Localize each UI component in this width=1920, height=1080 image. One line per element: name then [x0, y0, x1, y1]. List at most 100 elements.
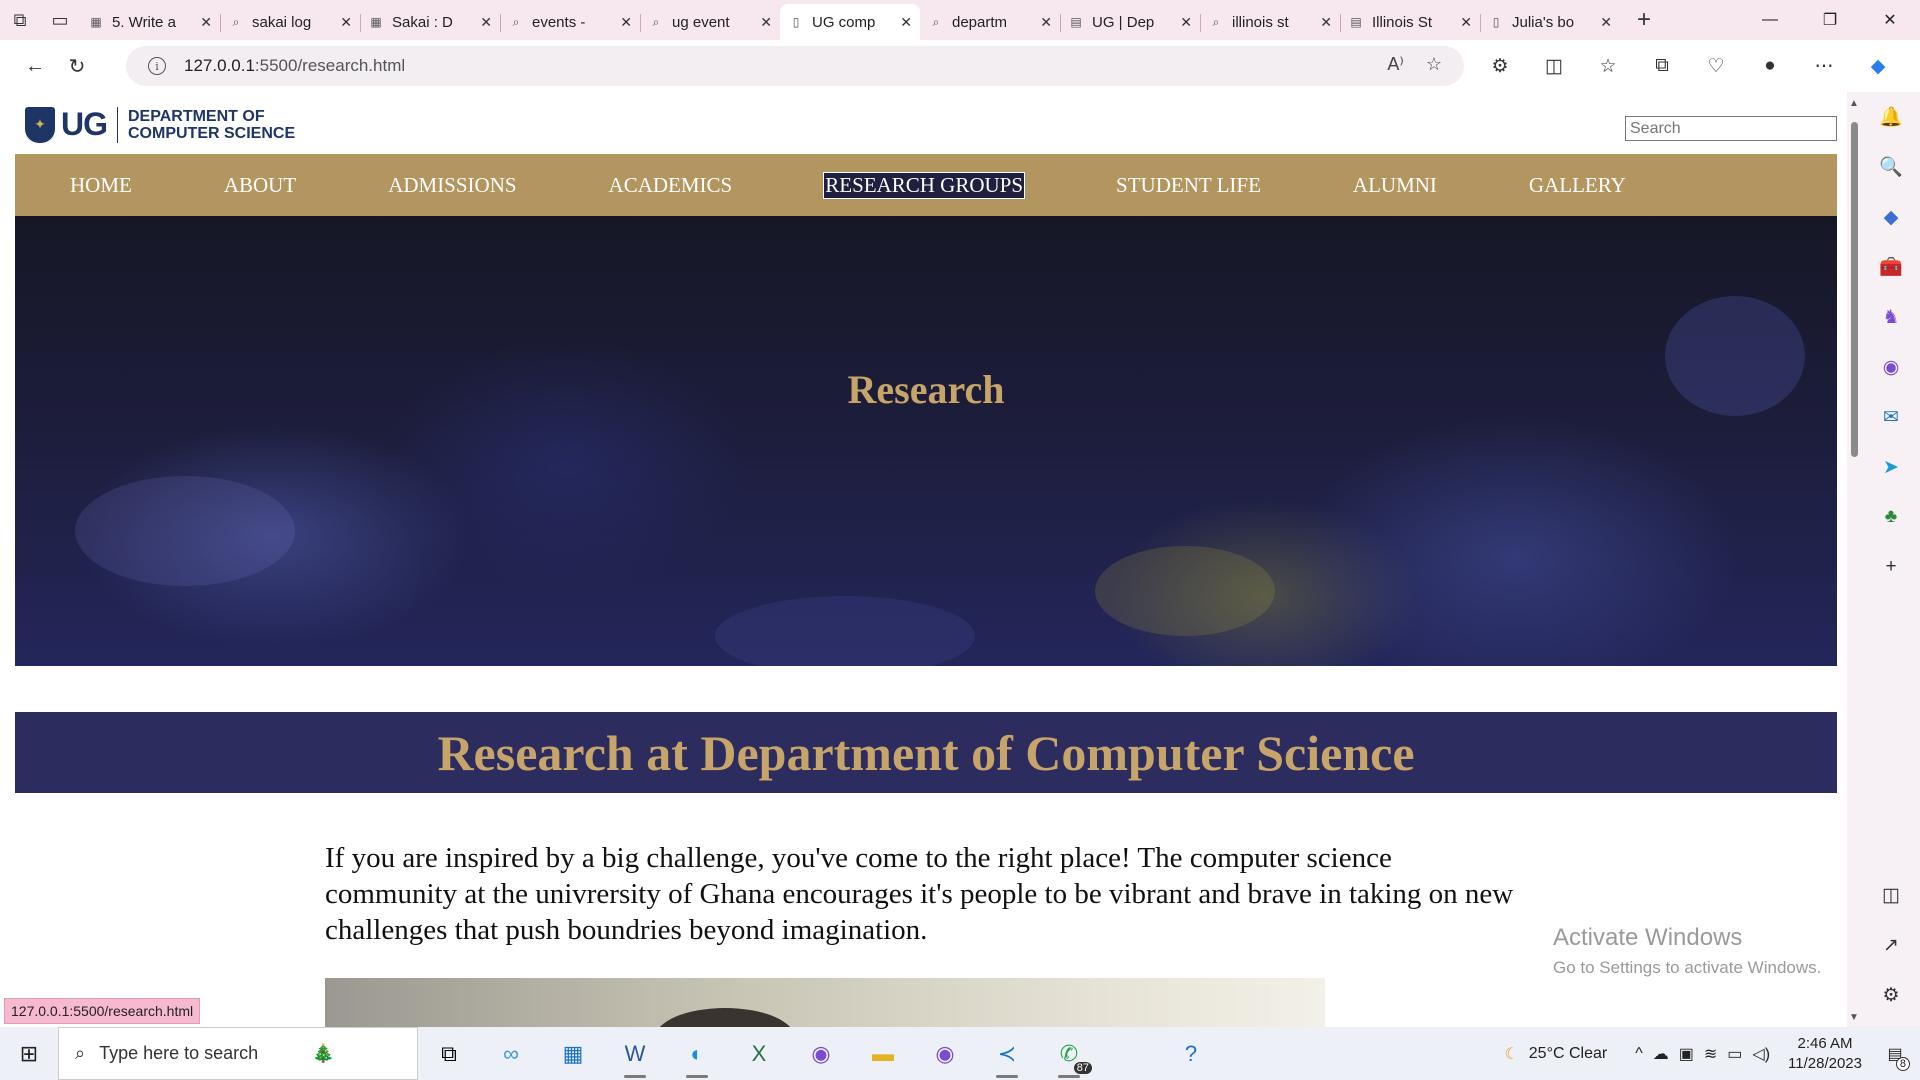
browser-tab[interactable]: ▦ 5. Write a ✕: [80, 4, 220, 40]
whatsapp-icon[interactable]: ✆ 87: [1038, 1027, 1100, 1080]
help-icon[interactable]: ?: [1160, 1027, 1222, 1080]
word-icon[interactable]: W: [604, 1027, 666, 1080]
menu-item-academics[interactable]: ACADEMICS: [609, 173, 733, 198]
workspaces-icon[interactable]: ⧉: [0, 0, 40, 40]
add-sidebar-app-icon[interactable]: +: [1862, 542, 1920, 592]
scroll-down-arrow[interactable]: ▼: [1849, 1012, 1859, 1023]
browser-tab[interactable]: ▯ Julia's bo ✕: [1480, 4, 1620, 40]
menu-item-gallery[interactable]: GALLERY: [1529, 173, 1626, 198]
favorite-star-icon[interactable]: ☆: [1426, 54, 1442, 75]
sakai-icon: ▦: [90, 15, 102, 29]
favorites-icon[interactable]: ☆: [1588, 48, 1628, 84]
store-icon[interactable]: ▦: [542, 1027, 604, 1080]
edge-icon[interactable]: ◐: [666, 1027, 728, 1080]
address-url[interactable]: 127.0.0.1:5500/research.html: [184, 56, 405, 76]
browser-tab[interactable]: ▦ Sakai : D ✕: [360, 4, 500, 40]
browser-tab[interactable]: ▤ UG | Dep ✕: [1060, 4, 1200, 40]
tree-icon[interactable]: ♣: [1862, 492, 1920, 542]
sidebar-toggle-icon[interactable]: ◫: [1862, 870, 1920, 920]
taskbar-search[interactable]: ⌕ Type here to search 🎄: [58, 1027, 418, 1080]
copilot-taskbar-icon[interactable]: ∞: [480, 1027, 542, 1080]
close-window-button[interactable]: ✕: [1860, 0, 1920, 40]
page-scrollbar[interactable]: ▲ ▼: [1847, 92, 1862, 1027]
back-button[interactable]: ←: [14, 48, 56, 84]
vscode-icon[interactable]: ≺: [976, 1027, 1038, 1080]
microsoft-365-icon[interactable]: ◉: [1862, 342, 1920, 392]
browser-tab[interactable]: ⌕ departm ✕: [920, 4, 1060, 40]
profile-avatar[interactable]: ●: [1750, 48, 1790, 84]
external-link-icon[interactable]: ↗: [1862, 920, 1920, 970]
close-tab-icon[interactable]: ✕: [1320, 14, 1332, 31]
minimize-button[interactable]: —: [1740, 0, 1800, 40]
menu-item-about[interactable]: ABOUT: [224, 173, 296, 198]
weather-icon[interactable]: ☾: [1504, 1044, 1518, 1064]
browser-tab[interactable]: ▯ UG comp ✕: [780, 4, 920, 40]
menu-item-student-life[interactable]: STUDENT LIFE: [1116, 173, 1261, 198]
close-tab-icon[interactable]: ✕: [340, 14, 352, 31]
close-tab-icon[interactable]: ✕: [760, 14, 772, 31]
tab-title: UG comp: [812, 13, 876, 31]
notification-center-icon[interactable]: ▤ 8: [1880, 1039, 1910, 1071]
address-bar[interactable]: i 127.0.0.1:5500/research.html A⁾ ☆: [126, 46, 1464, 86]
close-tab-icon[interactable]: ✕: [1040, 14, 1052, 31]
close-tab-icon[interactable]: ✕: [200, 14, 212, 31]
games-icon[interactable]: ♞: [1862, 292, 1920, 342]
refresh-button[interactable]: ↻: [56, 48, 98, 84]
clock[interactable]: 2:46 AM 11/28/2023: [1788, 1034, 1862, 1074]
search-icon: ⌕: [932, 14, 940, 29]
site-search-input[interactable]: [1625, 116, 1837, 141]
menu-item-home[interactable]: HOME: [70, 173, 132, 198]
close-tab-icon[interactable]: ✕: [1600, 14, 1612, 31]
web-page: ✦ UG DEPARTMENT OF COMPUTER SCIENCE HOME…: [0, 92, 1847, 1027]
battery-icon[interactable]: ▭: [1727, 1044, 1742, 1064]
browser-tab[interactable]: ⌕ events - ✕: [500, 4, 640, 40]
menu-item-alumni[interactable]: ALUMNI: [1353, 173, 1437, 198]
drop-icon[interactable]: ➤: [1862, 442, 1920, 492]
close-tab-icon[interactable]: ✕: [480, 14, 492, 31]
notifications-icon[interactable]: 🔔: [1862, 92, 1920, 142]
excel-icon[interactable]: X: [728, 1027, 790, 1080]
extensions-icon[interactable]: ⚙: [1480, 48, 1520, 84]
browser-tab[interactable]: ⌕ illinois st ✕: [1200, 4, 1340, 40]
copilot-app-icon[interactable]: ◉: [914, 1027, 976, 1080]
search-icon[interactable]: 🔍: [1862, 142, 1920, 192]
collections-icon[interactable]: ⧉: [1642, 48, 1682, 84]
meet-icon[interactable]: ▣: [1679, 1044, 1694, 1064]
read-aloud-icon[interactable]: A⁾: [1387, 54, 1403, 75]
browser-tab[interactable]: ▤ Illinois St ✕: [1340, 4, 1480, 40]
onedrive-icon[interactable]: ☁: [1653, 1044, 1669, 1064]
site-info-icon[interactable]: i: [148, 57, 166, 75]
scroll-up-arrow[interactable]: ▲: [1849, 98, 1859, 109]
menu-item-research-groups[interactable]: RESEARCH GROUPS: [823, 171, 1026, 199]
main-menu: HOME ABOUT ADMISSIONS ACADEMICS RESEARCH GRO…: [15, 154, 1837, 216]
copilot-icon[interactable]: ◆: [1858, 48, 1898, 84]
browser-tab[interactable]: ⌕ ug event ✕: [640, 4, 780, 40]
task-view-icon[interactable]: ⧉: [418, 1027, 480, 1080]
close-tab-icon[interactable]: ✕: [1180, 14, 1192, 31]
scroll-thumb[interactable]: [1851, 122, 1858, 457]
weather-text[interactable]: 25°C Clear: [1529, 1045, 1607, 1063]
m365-icon[interactable]: ◉: [790, 1027, 852, 1080]
menu-item-admissions[interactable]: ADMISSIONS: [388, 173, 516, 198]
new-tab-button[interactable]: +: [1626, 2, 1662, 38]
more-options-icon[interactable]: ⋯: [1804, 48, 1844, 84]
show-hidden-icons[interactable]: ^: [1635, 1045, 1643, 1063]
close-tab-icon[interactable]: ✕: [620, 14, 632, 31]
tab-title: UG | Dep: [1092, 13, 1155, 31]
file-explorer-icon[interactable]: ▬: [852, 1027, 914, 1080]
close-tab-icon[interactable]: ✕: [900, 14, 912, 31]
site-logo[interactable]: ✦ UG DEPARTMENT OF COMPUTER SCIENCE: [25, 106, 295, 143]
volume-icon[interactable]: ◁): [1752, 1044, 1770, 1064]
windows-start-icon[interactable]: ⊞: [0, 1027, 58, 1080]
browser-essentials-icon[interactable]: ♡: [1696, 48, 1736, 84]
split-screen-icon[interactable]: ◫: [1534, 48, 1574, 84]
sidebar-settings-icon[interactable]: ⚙: [1862, 970, 1920, 1020]
browser-tab[interactable]: ⌕ sakai log ✕: [220, 4, 360, 40]
outlook-icon[interactable]: ✉: [1862, 392, 1920, 442]
close-tab-icon[interactable]: ✕: [1460, 14, 1472, 31]
tab-actions-icon[interactable]: ▭: [40, 0, 80, 40]
shopping-icon[interactable]: ◆: [1862, 192, 1920, 242]
restore-button[interactable]: ❐: [1800, 0, 1860, 40]
tools-icon[interactable]: 🧰: [1862, 242, 1920, 292]
wifi-icon[interactable]: ≋: [1704, 1044, 1717, 1064]
